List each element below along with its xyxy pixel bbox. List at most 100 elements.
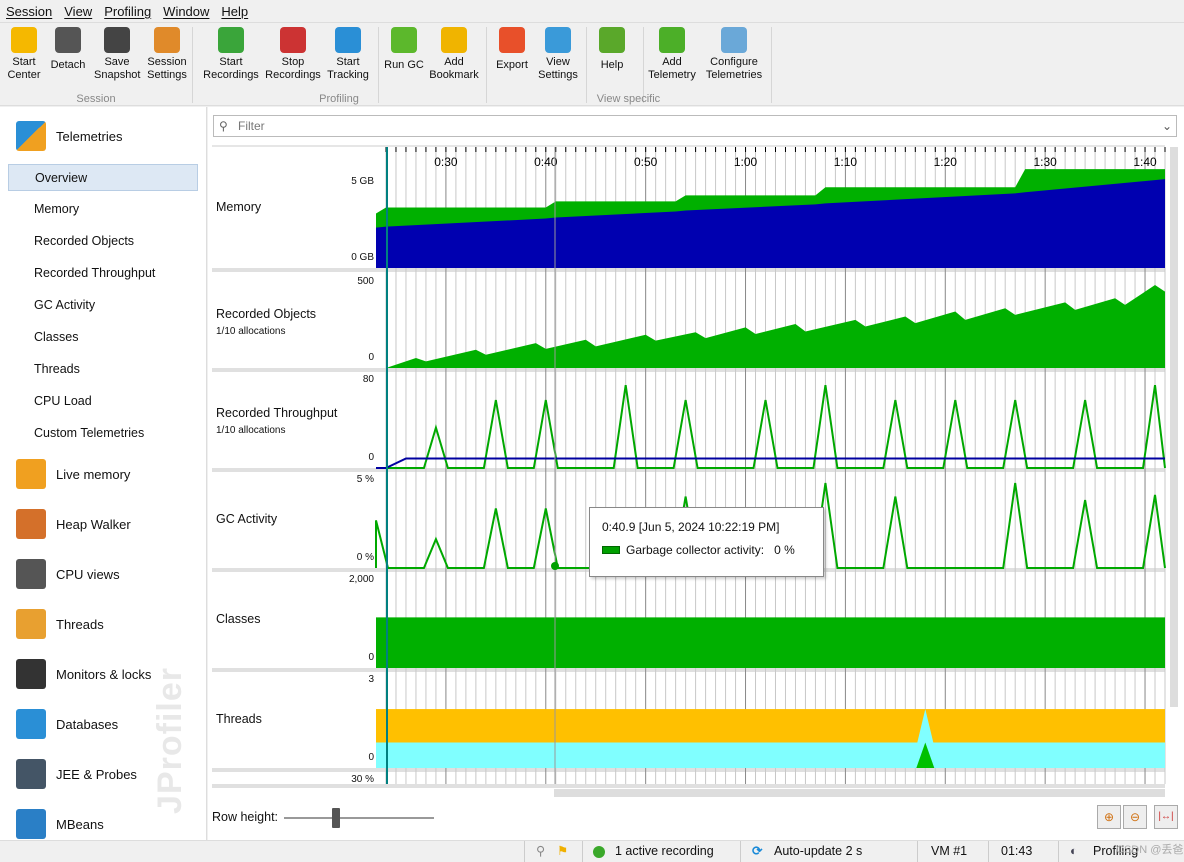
button-label: Run GC xyxy=(384,59,424,71)
button-label: Session Settings xyxy=(147,56,187,81)
y-tick-label: 0 xyxy=(368,452,374,463)
menu-session[interactable]: Session xyxy=(6,4,52,19)
sidebar: Telemetries Overview Memory Recorded Objec… xyxy=(0,107,207,840)
button-label: Start Tracking xyxy=(327,56,369,81)
start-center-button[interactable]: Start Center xyxy=(4,27,44,82)
session-settings-icon xyxy=(154,27,180,53)
tooltip-title: 0:40.9 [Jun 5, 2024 10:22:19 PM] xyxy=(602,520,780,534)
sidebar-item-memory[interactable]: Memory xyxy=(8,196,198,223)
start-tracking-icon xyxy=(335,27,361,53)
stop-recordings-button[interactable]: Stop Recordings xyxy=(265,27,321,82)
sidebar-section-label: Live memory xyxy=(56,466,131,482)
filter-input[interactable]: ⚲ Filter ⌄ xyxy=(213,115,1177,137)
status-bar: ⚲ ⚑ 1 active recording ⟳ Auto-update 2 s… xyxy=(0,840,1184,862)
toolbar-separator xyxy=(586,27,587,103)
refresh-icon: ⟳ xyxy=(752,844,763,858)
y-tick-label: 0 xyxy=(368,652,374,663)
horizontal-scrollbar[interactable] xyxy=(554,789,1165,797)
telemetry-overview: ⚲ Filter ⌄ Memory 5 GB 0 GB Recorded Object… xyxy=(208,107,1184,840)
y-tick-label: 0 xyxy=(368,352,374,363)
sidebar-section-heap-walker[interactable]: Heap Walker xyxy=(16,509,131,539)
threads-icon xyxy=(16,609,46,639)
sidebar-item-gc-activity[interactable]: GC Activity xyxy=(8,292,198,319)
toolbar-separator xyxy=(486,27,487,103)
chevron-down-icon[interactable]: ⌄ xyxy=(1162,116,1172,136)
toolbar-group-label: Profiling xyxy=(319,93,359,105)
pin-icon[interactable]: ⚲ xyxy=(536,843,545,860)
sidebar-section-label: MBeans xyxy=(56,816,104,832)
y-tick-label: 500 xyxy=(357,276,374,287)
auto-update-status[interactable]: Auto-update 2 s xyxy=(774,843,862,860)
heap-walker-icon xyxy=(16,509,46,539)
sidebar-section-mbeans[interactable]: MBeans xyxy=(16,809,104,839)
zoom-in-button[interactable]: ⊕ xyxy=(1097,805,1121,829)
database-icon xyxy=(16,709,46,739)
view-settings-button[interactable]: View Settings xyxy=(535,27,581,82)
recording-status[interactable]: 1 active recording xyxy=(615,843,714,860)
sidebar-item-threads[interactable]: Threads xyxy=(8,356,198,383)
lock-icon xyxy=(16,659,46,689)
row-sublabel: 1/10 allocations xyxy=(216,424,286,436)
sidebar-item-overview[interactable]: Overview xyxy=(8,164,198,191)
save-button[interactable]: Save Snapshot xyxy=(94,27,140,82)
sidebar-item-cpu-load[interactable]: CPU Load xyxy=(8,388,198,415)
session-settings-button[interactable]: Session Settings xyxy=(144,27,190,82)
sidebar-section-label: CPU views xyxy=(56,566,120,582)
sidebar-section-live-memory[interactable]: Live memory xyxy=(16,459,130,489)
sidebar-item-recorded-objects[interactable]: Recorded Objects xyxy=(8,228,198,255)
run-gc-button[interactable]: Run GC xyxy=(384,27,424,72)
add-button[interactable]: Add Telemetry xyxy=(645,27,699,82)
search-icon: ⚲ xyxy=(219,119,228,133)
toolbar-separator xyxy=(192,27,193,103)
slider-thumb[interactable] xyxy=(331,808,340,828)
add-bookmark-button[interactable]: Add Bookmark xyxy=(429,27,479,82)
export-icon xyxy=(499,27,525,53)
sidebar-section-monitors-locks[interactable]: Monitors & locks xyxy=(16,659,151,689)
toolbar-separator xyxy=(643,27,644,103)
start-recordings-icon xyxy=(218,27,244,53)
sidebar-section-threads[interactable]: Threads xyxy=(16,609,104,639)
button-label: Add Bookmark xyxy=(429,56,479,81)
sidebar-section-cpu-views[interactable]: CPU views xyxy=(16,559,120,589)
tooltip-value: 0 % xyxy=(774,543,795,557)
detach-button[interactable]: Detach xyxy=(48,27,88,72)
button-label: Save Snapshot xyxy=(94,56,141,81)
legend-swatch xyxy=(602,546,620,554)
flag-icon[interactable]: ⚑ xyxy=(557,843,568,860)
sidebar-section-databases[interactable]: Databases xyxy=(16,709,118,739)
add-bookmark-icon xyxy=(441,27,467,53)
menu-profiling[interactable]: Profiling xyxy=(104,4,151,19)
menu-window[interactable]: Window xyxy=(163,4,209,19)
help-button[interactable]: Help xyxy=(594,27,630,72)
row-height-slider[interactable] xyxy=(284,808,434,828)
live-memory-icon xyxy=(16,459,46,489)
configure-telemetries-icon xyxy=(721,27,747,53)
sidebar-item-custom-telemetries[interactable]: Custom Telemetries xyxy=(8,420,198,447)
add-icon xyxy=(659,27,685,53)
start-recordings-button[interactable]: Start Recordings xyxy=(203,27,259,82)
y-tick-label: 2,000 xyxy=(348,574,374,585)
toolbar-group-label: Session xyxy=(76,93,116,105)
zoom-out-button[interactable]: ⊖ xyxy=(1123,805,1147,829)
sidebar-section-jee-probes[interactable]: JEE & Probes xyxy=(16,759,137,789)
cpu-views-icon xyxy=(16,559,46,589)
tooltip-label: Garbage collector activity: xyxy=(626,543,765,557)
configure-telemetries-button[interactable]: Configure Telemetries xyxy=(702,27,766,82)
export-button[interactable]: Export xyxy=(492,27,532,72)
menu-help[interactable]: Help xyxy=(221,4,248,19)
y-tick-label: 80 xyxy=(362,374,374,385)
button-label: Start Center xyxy=(7,56,41,81)
sidebar-item-classes[interactable]: Classes xyxy=(8,324,198,351)
sidebar-item-recorded-throughput[interactable]: Recorded Throughput xyxy=(8,260,198,287)
y-tick-label: 5 % xyxy=(356,474,374,485)
y-tick-label: 30 % xyxy=(351,774,374,785)
menu-view[interactable]: View xyxy=(64,4,92,19)
toolbar-separator xyxy=(771,27,772,103)
start-tracking-button[interactable]: Start Tracking xyxy=(323,27,373,82)
vertical-scrollbar[interactable] xyxy=(1170,147,1178,707)
save-icon xyxy=(104,27,130,53)
row-label: Recorded Throughput xyxy=(216,405,338,420)
button-label: Help xyxy=(600,59,624,71)
fit-width-button[interactable]: |↔| xyxy=(1154,805,1178,829)
sidebar-section-telemetries[interactable]: Telemetries xyxy=(16,121,122,151)
